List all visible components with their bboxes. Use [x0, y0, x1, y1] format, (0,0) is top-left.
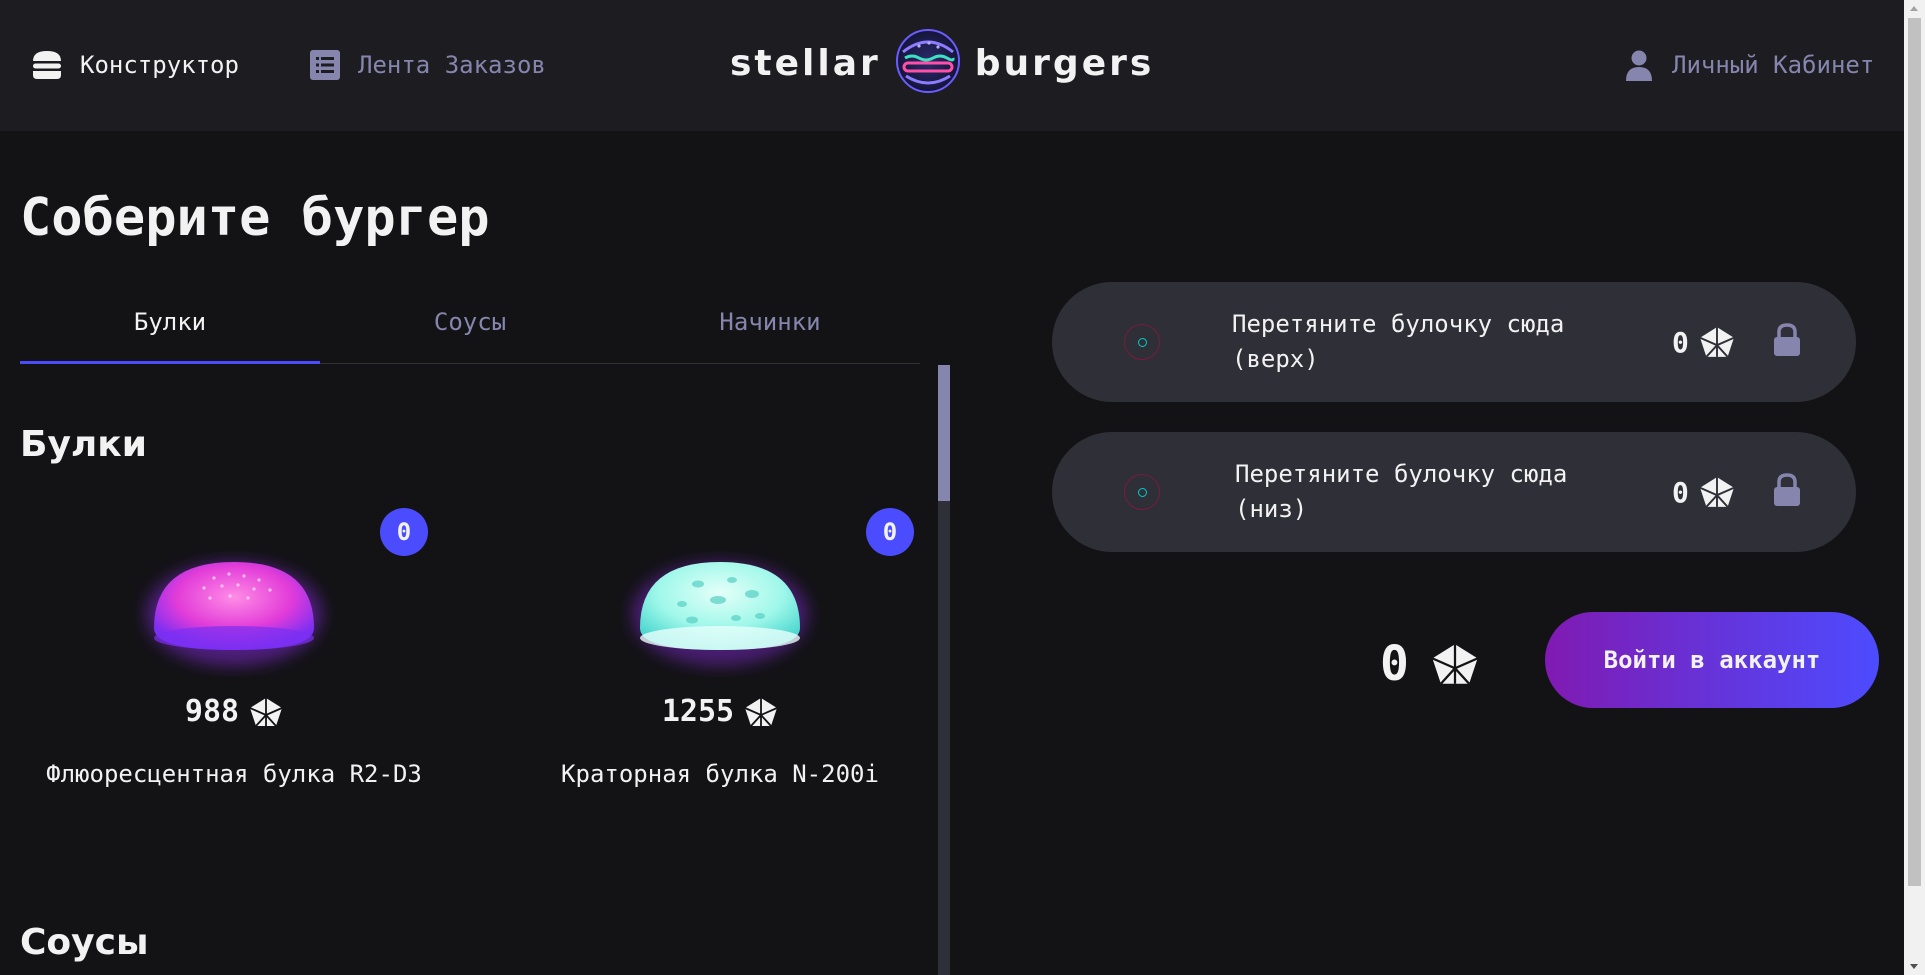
ingredient-tabs: Булки Соусы Начинки: [20, 296, 920, 364]
drop-indicator-icon: [1124, 474, 1160, 510]
tab-buns[interactable]: Булки: [20, 296, 320, 364]
nav-constructor-label: Конструктор: [80, 51, 239, 79]
burger-logo-icon: [895, 28, 961, 98]
ingredient-price-value: 1255: [661, 694, 735, 729]
app-header: Конструктор Лента Заказов stellar burger…: [0, 0, 1904, 131]
lock-icon: [1772, 322, 1802, 362]
ingredient-card[interactable]: 0 1255 Краторная булка N-200i: [500, 508, 940, 798]
ingredient-counter: 0: [866, 508, 914, 556]
ingredient-image: [620, 528, 820, 682]
logo-text-right: burgers: [974, 42, 1155, 84]
ingredient-counter: 0: [380, 508, 428, 556]
currency-icon: [249, 697, 283, 727]
ingredients-scroll-thumb[interactable]: [938, 365, 950, 501]
nav-account[interactable]: Личный Кабинет: [1622, 48, 1874, 82]
order-total: 0: [1380, 636, 1479, 692]
bun-top-text: Перетяните булочку сюда (верх): [1232, 310, 1565, 373]
window-scrollbar[interactable]: [1904, 0, 1925, 975]
ingredient-price: 988: [14, 694, 454, 729]
currency-icon: [1699, 327, 1735, 358]
ingredient-price: 1255: [500, 694, 940, 729]
bun-top-price: 0: [1672, 326, 1735, 359]
burger-icon: [30, 48, 64, 82]
ingredient-name: Краторная булка N-200i: [561, 760, 879, 788]
scroll-up-icon[interactable]: [1910, 6, 1918, 11]
logo[interactable]: stellar burgers: [730, 28, 1154, 98]
order-total-value: 0: [1380, 636, 1409, 692]
tab-fillings[interactable]: Начинки: [620, 296, 920, 363]
nav-constructor[interactable]: Конструктор: [30, 48, 239, 82]
ingredient-price-value: 988: [184, 694, 240, 729]
scroll-down-icon[interactable]: [1910, 964, 1918, 969]
login-button[interactable]: Войти в аккаунт: [1545, 612, 1879, 708]
currency-icon: [1431, 644, 1478, 685]
ingredient-image: [134, 528, 334, 682]
list-icon: [308, 48, 342, 82]
bun-top-dropzone[interactable]: Перетяните булочку сюда (верх) 0: [1052, 282, 1856, 402]
nav-order-feed-label: Лента Заказов: [358, 51, 546, 79]
bun-bottom-text: Перетяните булочку сюда (низ): [1235, 460, 1568, 523]
bun-bottom-price: 0: [1672, 476, 1735, 509]
profile-icon: [1622, 48, 1656, 82]
section-title-buns: Булки: [20, 424, 147, 465]
currency-icon: [744, 697, 778, 727]
ingredient-name: Флюоресцентная булка R2-D3: [46, 760, 422, 788]
bun-bottom-dropzone[interactable]: Перетяните булочку сюда (низ) 0: [1052, 432, 1856, 552]
drop-indicator-icon: [1124, 324, 1160, 360]
nav-order-feed[interactable]: Лента Заказов: [308, 48, 546, 82]
ingredient-card[interactable]: 0 988 Флюоресцентная булка R2-D3: [14, 508, 454, 798]
page-title: Соберите бургер: [20, 188, 490, 248]
bun-bottom-price-value: 0: [1672, 475, 1689, 509]
tab-sauces[interactable]: Соусы: [320, 296, 620, 363]
window-scroll-thumb[interactable]: [1908, 18, 1921, 886]
bun-top-price-value: 0: [1672, 325, 1689, 359]
section-title-sauces: Соусы: [20, 922, 149, 963]
nav-account-label: Личный Кабинет: [1672, 51, 1875, 79]
currency-icon: [1699, 477, 1735, 508]
logo-text-left: stellar: [730, 42, 881, 84]
lock-icon: [1772, 472, 1802, 512]
